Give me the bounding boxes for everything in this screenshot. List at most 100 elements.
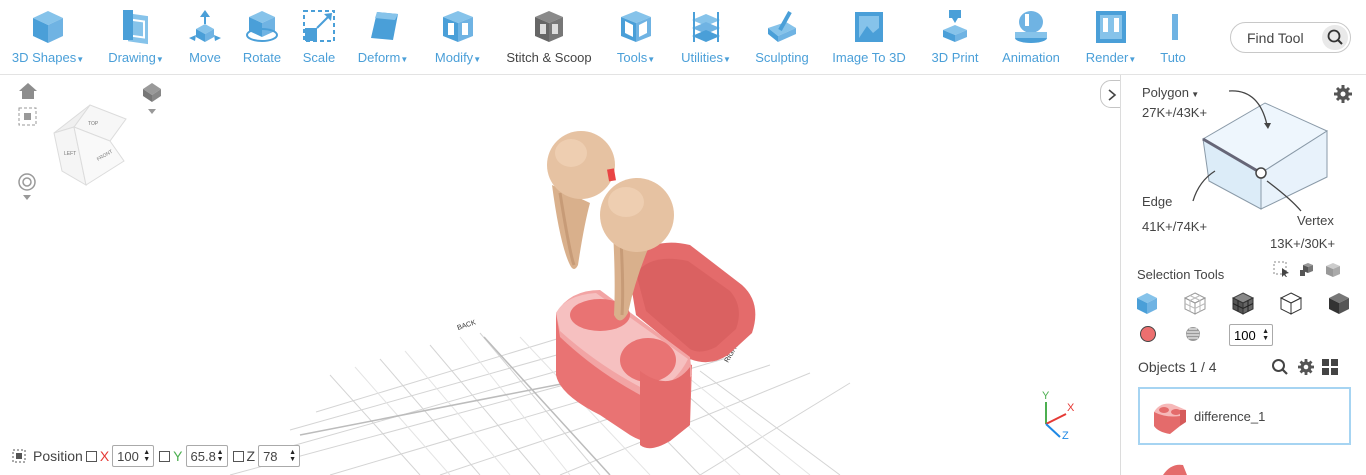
spinner-arrows-icon: ▲ ▼: [216, 449, 224, 463]
tool-tools[interactable]: Tools▼: [612, 8, 660, 65]
fit-view-icon[interactable]: [18, 107, 37, 126]
selection-tools-label: Selection Tools: [1137, 267, 1225, 282]
scene-canvas: BACK RIGHT Y X Z TOP LEFT FRONT: [18, 83, 1075, 475]
search-icon[interactable]: [1271, 358, 1289, 376]
main-toolbar: 3D Shapes▼ Drawing▼ Move Rotate Scale De…: [0, 0, 1366, 75]
spinner-arrows-icon: ▲ ▼: [143, 449, 151, 463]
search-icon: [1327, 29, 1343, 45]
axis-indicator: Y X Z: [1042, 390, 1075, 442]
tool-label: Utilities: [681, 50, 723, 65]
rotate-icon: [246, 11, 278, 42]
object-mode-icon[interactable]: [1135, 291, 1159, 315]
tool-label: Image To 3D: [832, 50, 906, 65]
edge-mode-icon[interactable]: [1279, 291, 1303, 315]
chevron-down-icon: ▼: [647, 55, 656, 64]
drawing-icon: [123, 10, 148, 45]
tool-utilities[interactable]: Utilities▼: [676, 8, 736, 65]
y-value: 65.8: [190, 448, 216, 464]
tool-scale[interactable]: Scale: [300, 8, 338, 65]
object-thumbnail: [1154, 403, 1186, 434]
face-mode-icon[interactable]: [1183, 291, 1207, 315]
selection-mode-diagram: [1192, 90, 1329, 212]
tool-label: Deform: [357, 50, 401, 65]
tool-stitch-scoop[interactable]: Stitch & Scoop: [502, 8, 596, 65]
chevron-down-icon: ▼: [76, 55, 85, 64]
collapse-panel-button[interactable]: [1100, 80, 1122, 108]
tool-modify[interactable]: Modify▼: [430, 8, 486, 65]
tool-label: 3D Shapes: [11, 50, 77, 65]
tool-3d-print[interactable]: 3D Print: [926, 8, 984, 65]
x-value: 100: [117, 448, 139, 464]
cube-icon: [33, 11, 63, 43]
tool-label: Drawing: [108, 50, 156, 65]
tool-label: Scale: [302, 50, 336, 65]
z-lock-checkbox[interactable]: [232, 450, 244, 462]
color-swatch[interactable]: [1140, 326, 1156, 342]
solid-mode-icon[interactable]: [1327, 291, 1351, 315]
mesh-mode-icon[interactable]: [1231, 291, 1255, 315]
z-position-input[interactable]: 78 ▲ ▼: [258, 445, 301, 467]
render-icon: [1096, 11, 1126, 43]
3d-viewport[interactable]: BACK RIGHT Y X Z TOP LEFT FRONT: [0, 75, 1120, 475]
axis-y-label: Y: [1042, 390, 1050, 402]
vertex-label[interactable]: Vertex: [1297, 213, 1334, 228]
view-cube-top: TOP: [88, 121, 99, 127]
tool-move[interactable]: Move: [184, 8, 226, 65]
tool-label: Sculpting: [755, 50, 809, 65]
tool-drawing[interactable]: Drawing▼: [104, 8, 168, 65]
tool-3d-shapes[interactable]: 3D Shapes▼: [8, 8, 88, 65]
z-label: Z: [246, 448, 256, 464]
tool-render[interactable]: Render▼: [1080, 8, 1142, 65]
position-icon: [12, 449, 26, 463]
x-position-input[interactable]: 100 ▲ ▼: [112, 445, 155, 467]
tool-label: Move: [189, 50, 221, 65]
y-label: Y: [173, 448, 183, 464]
tool-tutorial[interactable]: Tuto: [1156, 8, 1190, 65]
tool-image-to-3d[interactable]: Image To 3D: [828, 8, 910, 65]
view-cube[interactable]: TOP LEFT FRONT: [53, 104, 127, 186]
vertex-count: 13K+/30K+: [1270, 236, 1336, 251]
chevron-down-icon: ▼: [722, 55, 731, 64]
view-cube-left: LEFT: [64, 151, 76, 157]
orbit-icon[interactable]: [18, 173, 36, 200]
object-list-item[interactable]: difference_1: [1138, 387, 1351, 445]
gear-icon[interactable]: [1297, 358, 1315, 376]
tool-animation[interactable]: Animation: [998, 8, 1064, 65]
y-lock-checkbox[interactable]: [159, 450, 171, 462]
modify-icon: [443, 11, 473, 42]
find-tool-input[interactable]: Find Tool: [1230, 22, 1351, 53]
tutorial-icon: [1172, 14, 1178, 40]
spinner-arrows-icon: ▲ ▼: [1262, 328, 1269, 342]
y-position-input[interactable]: 65.8 ▲ ▼: [185, 445, 228, 467]
scale-icon: [303, 10, 335, 42]
grid-view-icon[interactable]: [1321, 358, 1339, 376]
x-lock-checkbox[interactable]: [85, 450, 97, 462]
x-label: X: [99, 448, 110, 464]
select-pointer-icon[interactable]: [1273, 261, 1290, 278]
object-thumbnail-partial: [1163, 464, 1187, 475]
tool-label: Rotate: [242, 50, 282, 65]
edge-count: 41K+/74K+: [1142, 219, 1208, 234]
search-button[interactable]: [1322, 25, 1348, 50]
material-icon[interactable]: [1185, 326, 1201, 342]
tool-label: Modify: [434, 50, 474, 65]
tool-sculpting[interactable]: Sculpting: [752, 8, 812, 65]
projection-toggle-icon[interactable]: [143, 83, 161, 114]
animation-icon: [1015, 11, 1047, 43]
select-box-icon[interactable]: [1325, 261, 1342, 278]
tool-deform[interactable]: Deform▼: [352, 8, 414, 65]
right-panel: Polygon ▼ 27K+/43K+ Edge 41K+/74K+ Verte…: [1120, 75, 1366, 475]
tool-rotate[interactable]: Rotate: [240, 8, 284, 65]
floor-grid: [229, 332, 851, 475]
tool-label: Render: [1085, 50, 1129, 65]
deform-icon: [371, 12, 398, 40]
edge-label[interactable]: Edge: [1142, 194, 1172, 209]
utilities-icon: [692, 12, 720, 42]
opacity-input[interactable]: 100 ▲ ▼: [1229, 324, 1273, 346]
home-view-icon[interactable]: [19, 83, 37, 99]
select-cubes-icon[interactable]: [1299, 261, 1316, 278]
opacity-value: 100: [1234, 327, 1256, 343]
stitch-scoop-icon: [535, 11, 563, 42]
object-name: difference_1: [1194, 409, 1266, 424]
grid-label-back: BACK: [456, 319, 477, 332]
